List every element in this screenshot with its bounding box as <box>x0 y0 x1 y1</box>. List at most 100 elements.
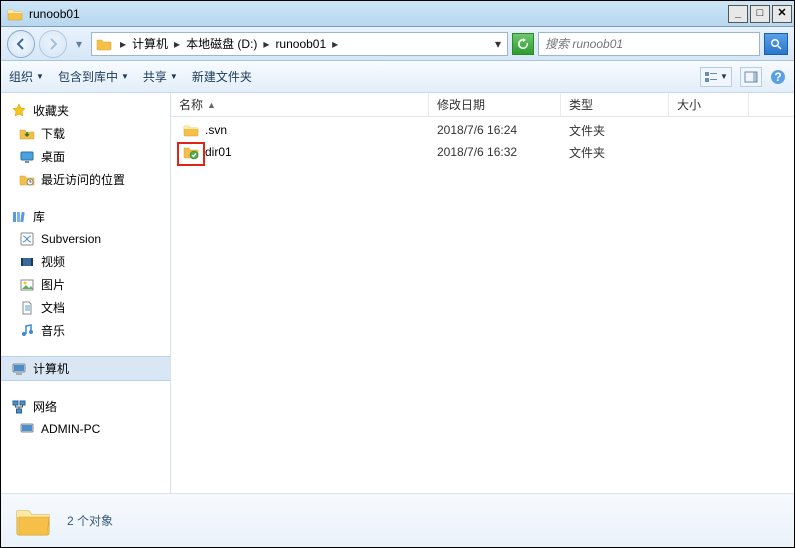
view-icon <box>704 71 718 83</box>
window-controls: _ □ ✕ <box>728 5 792 23</box>
breadcrumb-seg[interactable]: runoob01 <box>273 37 328 51</box>
sidebar-item-videos[interactable]: 视频 <box>1 250 170 273</box>
refresh-button[interactable] <box>512 33 534 55</box>
pc-icon <box>19 421 35 437</box>
folder-icon <box>96 36 112 52</box>
body-split: 收藏夹 下载 桌面 最近访问的位置 库 <box>1 93 794 493</box>
sidebar-item-label: 文档 <box>41 299 65 316</box>
network-icon <box>11 399 27 415</box>
close-button[interactable]: ✕ <box>772 5 792 23</box>
organize-button[interactable]: 组织▼ <box>9 68 44 85</box>
file-type: 文件夹 <box>561 144 669 161</box>
new-folder-button[interactable]: 新建文件夹 <box>192 68 252 85</box>
file-name: dir01 <box>205 145 232 159</box>
file-row[interactable]: dir01 2018/7/6 16:32 文件夹 <box>171 141 794 163</box>
status-text: 2 个对象 <box>67 512 113 529</box>
sidebar-computer[interactable]: 计算机 <box>1 356 170 381</box>
file-name: .svn <box>205 123 227 137</box>
sidebar-item-label: 视频 <box>41 253 65 270</box>
pane-icon <box>744 71 758 83</box>
library-icon <box>11 209 27 225</box>
breadcrumb-seg[interactable]: 本地磁盘 (D:) <box>184 35 259 52</box>
sidebar-network[interactable]: 网络 <box>1 395 170 418</box>
history-dropdown[interactable]: ▾ <box>71 34 87 54</box>
search-button[interactable] <box>764 33 788 55</box>
sidebar-libraries[interactable]: 库 <box>1 205 170 228</box>
arrow-right-icon <box>46 37 60 51</box>
sidebar-item-label: Subversion <box>41 232 101 246</box>
sidebar-item-label: 最近访问的位置 <box>41 171 125 188</box>
minimize-button[interactable]: _ <box>728 5 748 23</box>
sidebar-item-music[interactable]: 音乐 <box>1 319 170 342</box>
svn-icon <box>19 231 35 247</box>
breadcrumb-sep: ▸ <box>116 37 130 51</box>
sidebar-item-documents[interactable]: 文档 <box>1 296 170 319</box>
sidebar-item-label: 下载 <box>41 125 65 142</box>
nav-bar: ▾ ▸ 计算机 ▸ 本地磁盘 (D:) ▸ runoob01 ▸ ▾ <box>1 27 794 61</box>
desktop-icon <box>19 149 35 165</box>
svg-text:?: ? <box>774 70 781 84</box>
col-date[interactable]: 修改日期 <box>429 93 561 116</box>
star-icon <box>11 103 27 119</box>
col-name[interactable]: 名称 ▲ <box>171 93 429 116</box>
sidebar-favorites[interactable]: 收藏夹 <box>1 99 170 122</box>
computer-icon <box>11 361 27 377</box>
file-type: 文件夹 <box>561 122 669 139</box>
help-icon[interactable]: ? <box>770 69 786 85</box>
forward-button[interactable] <box>39 30 67 58</box>
breadcrumb-sep: ▸ <box>328 37 342 51</box>
toolbar: 组织▼ 包含到库中▼ 共享▼ 新建文件夹 ▼ ? <box>1 61 794 93</box>
sidebar-item-recent[interactable]: 最近访问的位置 <box>1 168 170 191</box>
search-box[interactable] <box>538 32 760 56</box>
download-icon <box>19 126 35 142</box>
picture-icon <box>19 277 35 293</box>
sidebar-item-label: 桌面 <box>41 148 65 165</box>
file-list-pane: 名称 ▲ 修改日期 类型 大小 .svn 2018/7/6 16:24 文件夹 <box>171 93 794 493</box>
sidebar-label: 计算机 <box>33 360 69 377</box>
back-button[interactable] <box>7 30 35 58</box>
sidebar-label: 库 <box>33 208 45 225</box>
address-dropdown[interactable]: ▾ <box>489 37 507 51</box>
view-options-button[interactable]: ▼ <box>700 67 732 87</box>
file-date: 2018/7/6 16:24 <box>429 123 561 137</box>
recent-icon <box>19 172 35 188</box>
window-title: runoob01 <box>29 7 728 21</box>
address-bar[interactable]: ▸ 计算机 ▸ 本地磁盘 (D:) ▸ runoob01 ▸ ▾ <box>91 32 508 56</box>
sidebar-label: 收藏夹 <box>33 102 69 119</box>
sidebar-item-adminpc[interactable]: ADMIN-PC <box>1 418 170 440</box>
sidebar-item-pictures[interactable]: 图片 <box>1 273 170 296</box>
file-date: 2018/7/6 16:32 <box>429 145 561 159</box>
music-icon <box>19 323 35 339</box>
navigation-pane[interactable]: 收藏夹 下载 桌面 最近访问的位置 库 <box>1 93 171 493</box>
sidebar-item-subversion[interactable]: Subversion <box>1 228 170 250</box>
explorer-window: runoob01 _ □ ✕ ▾ ▸ 计算机 ▸ 本地磁盘 (D:) ▸ run… <box>0 0 795 548</box>
share-button[interactable]: 共享▼ <box>143 68 178 85</box>
arrow-left-icon <box>14 37 28 51</box>
folder-icon <box>183 122 199 138</box>
search-icon <box>770 38 782 50</box>
file-row[interactable]: .svn 2018/7/6 16:24 文件夹 <box>171 119 794 141</box>
sidebar-item-label: ADMIN-PC <box>41 422 100 436</box>
sidebar-label: 网络 <box>33 398 57 415</box>
search-input[interactable] <box>539 37 759 51</box>
preview-pane-button[interactable] <box>740 67 762 87</box>
sidebar-item-downloads[interactable]: 下载 <box>1 122 170 145</box>
col-size[interactable]: 大小 <box>669 93 749 116</box>
include-in-library-button[interactable]: 包含到库中▼ <box>58 68 129 85</box>
document-icon <box>19 300 35 316</box>
maximize-button[interactable]: □ <box>750 5 770 23</box>
window-folder-icon <box>7 6 23 22</box>
folder-large-icon <box>13 501 53 541</box>
status-bar: 2 个对象 <box>1 493 794 547</box>
breadcrumb-sep: ▸ <box>259 37 273 51</box>
col-type[interactable]: 类型 <box>561 93 669 116</box>
column-headers: 名称 ▲ 修改日期 类型 大小 <box>171 93 794 117</box>
breadcrumb-seg[interactable]: 计算机 <box>130 35 170 52</box>
svn-folder-icon <box>183 144 199 160</box>
sidebar-item-desktop[interactable]: 桌面 <box>1 145 170 168</box>
title-bar: runoob01 _ □ ✕ <box>1 1 794 27</box>
breadcrumb-sep: ▸ <box>170 37 184 51</box>
file-list[interactable]: .svn 2018/7/6 16:24 文件夹 dir01 <box>171 117 794 493</box>
video-icon <box>19 254 35 270</box>
refresh-icon <box>517 38 529 50</box>
